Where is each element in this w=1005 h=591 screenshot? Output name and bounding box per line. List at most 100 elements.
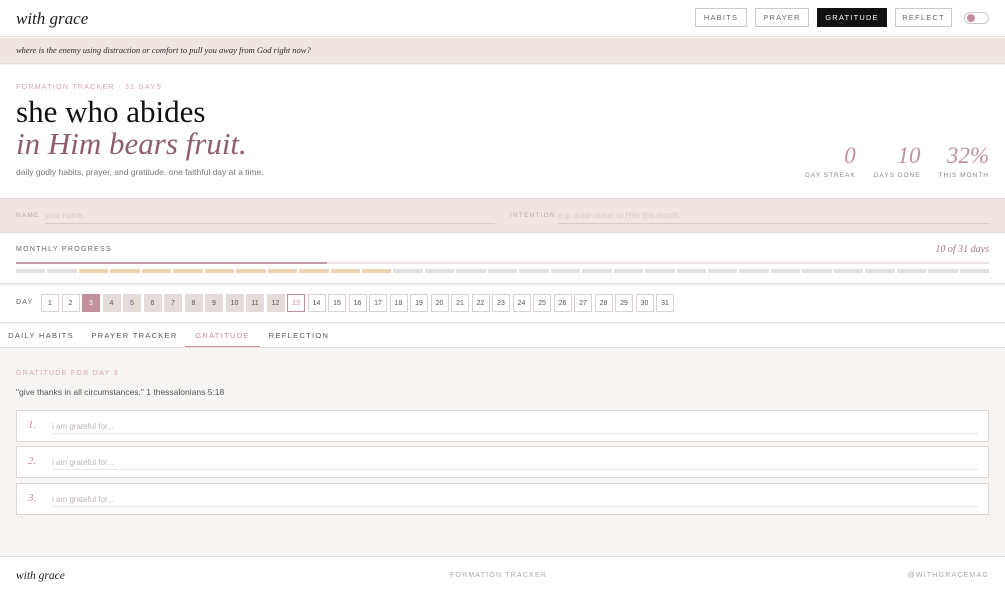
- progress-track: [16, 262, 989, 264]
- monthly-progress: MONTHLY PROGRESS 10 of 31 days: [0, 234, 1005, 284]
- day-segment: [928, 269, 958, 273]
- hero-section: FORMATION TRACKER · 31 DAYS she who abid…: [0, 65, 1005, 198]
- theme-toggle[interactable]: [964, 11, 989, 24]
- stat-this-month: 32% THIS MONTH: [939, 143, 989, 179]
- hero-headline: she who abides: [16, 94, 206, 129]
- day-segment: [236, 269, 266, 273]
- day-segment: [267, 269, 298, 273]
- day-segment: [519, 269, 549, 273]
- day-button-1[interactable]: 1: [41, 294, 59, 312]
- tab-gratitude[interactable]: GRATITUDE: [185, 324, 260, 347]
- day-button-6[interactable]: 6: [143, 294, 162, 312]
- day-button-20[interactable]: 20: [430, 294, 449, 312]
- intention-input[interactable]: [558, 208, 989, 224]
- gratitude-input[interactable]: [52, 492, 978, 507]
- day-button-19[interactable]: 19: [410, 294, 428, 312]
- day-button-30[interactable]: 30: [635, 294, 654, 312]
- name-input[interactable]: [45, 208, 495, 224]
- day-segment: [896, 269, 927, 273]
- day-segment: [456, 269, 486, 273]
- gratitude-entry: 3.: [16, 483, 989, 515]
- day-button-16[interactable]: 16: [348, 294, 367, 312]
- day-button-17[interactable]: 17: [369, 294, 387, 312]
- day-segment: [16, 269, 46, 273]
- day-segment: [173, 269, 203, 273]
- day-selector: DAY 1 2 3 4 5 6 7 8 9 10 11 12 13 14 15 16 17 18 19 20 21 22 2…: [0, 285, 1005, 323]
- day-button-3[interactable]: 3: [82, 294, 100, 312]
- day-segment: [424, 269, 455, 273]
- day-button-4[interactable]: 4: [102, 294, 121, 312]
- day-button-24[interactable]: 24: [512, 294, 531, 312]
- day-segment: [739, 269, 769, 273]
- hero-headline-italic: in Him bears fruit.: [16, 126, 247, 161]
- nav-gratitude-button[interactable]: GRATITUDE: [817, 8, 887, 27]
- day-button-8[interactable]: 8: [184, 294, 203, 312]
- nav-reflect-button[interactable]: REFLECT: [895, 8, 952, 27]
- stat-days-done: 10 DAYS DONE: [874, 143, 921, 179]
- progress-label: MONTHLY PROGRESS: [16, 246, 112, 253]
- day-button-15[interactable]: 15: [328, 294, 346, 312]
- brand-logo[interactable]: with grace: [16, 9, 88, 29]
- day-segment: [865, 269, 895, 273]
- gratitude-entry: 2.: [16, 446, 989, 478]
- day-button-9[interactable]: 9: [205, 294, 223, 312]
- day-segment: [141, 269, 172, 273]
- top-bar: with grace HABITS PRAYER GRATITUDE REFLE…: [0, 0, 1005, 37]
- day-button-22[interactable]: 22: [471, 294, 490, 312]
- stat-label: DAYS DONE: [873, 172, 921, 179]
- day-button-31[interactable]: 31: [656, 294, 674, 312]
- nav-habits-button[interactable]: HABITS: [695, 8, 747, 27]
- day-segment: [770, 269, 801, 273]
- day-button-11[interactable]: 11: [246, 294, 264, 312]
- footer-handle[interactable]: @WITHGRACEMAG: [908, 572, 989, 579]
- gratitude-verse: "give thanks in all circumstances." 1 th…: [16, 387, 225, 397]
- day-segment: [299, 269, 329, 273]
- stat-label: DAY STREAK: [805, 172, 856, 179]
- day-segment: [47, 269, 77, 273]
- day-segment: [487, 269, 518, 273]
- day-segment: [78, 269, 109, 273]
- section-tabs: DAILY HABITS PRAYER TRACKER GRATITUDE RE…: [0, 324, 1005, 348]
- progress-fill: [16, 262, 328, 264]
- tab-prayer-tracker[interactable]: PRAYER TRACKER: [88, 324, 181, 347]
- entry-number: 1.: [28, 419, 37, 431]
- day-button-28[interactable]: 28: [594, 294, 613, 312]
- tab-reflection[interactable]: REFLECTION: [263, 324, 335, 347]
- gratitude-input[interactable]: [52, 455, 978, 470]
- day-button-12[interactable]: 12: [266, 294, 285, 312]
- tab-daily-habits[interactable]: DAILY HABITS: [0, 324, 82, 347]
- gratitude-panel: GRATITUDE FOR DAY 3 "give thanks in all …: [0, 349, 1005, 555]
- day-button-21[interactable]: 21: [451, 294, 469, 312]
- day-segment: [707, 269, 738, 273]
- day-segment: [110, 269, 140, 273]
- main-nav: HABITS PRAYER GRATITUDE REFLECT: [695, 8, 989, 27]
- day-button-26[interactable]: 26: [553, 294, 572, 312]
- day-button-7[interactable]: 7: [164, 294, 182, 312]
- day-button-18[interactable]: 18: [389, 294, 408, 312]
- day-segment: [959, 269, 990, 273]
- profile-fields: NAME INTENTION: [0, 198, 1005, 233]
- day-button-25[interactable]: 25: [533, 294, 551, 312]
- day-segment: [676, 269, 706, 273]
- day-button-13[interactable]: 13: [287, 294, 305, 312]
- footer: with grace FORMATION TRACKER @WITHGRACEM…: [0, 556, 1005, 591]
- day-button-5[interactable]: 5: [123, 294, 141, 312]
- day-segment: [330, 269, 360, 273]
- toggle-knob: [967, 14, 975, 22]
- day-segment: [582, 269, 612, 273]
- intention-label: INTENTION: [510, 212, 556, 219]
- gratitude-input[interactable]: [52, 419, 978, 434]
- daily-prompt: where is the enemy using distraction or …: [16, 45, 311, 55]
- day-button-2[interactable]: 2: [61, 294, 80, 312]
- day-buttons: 1 2 3 4 5 6 7 8 9 10 11 12 13 14 15 16 17 18 19 20 21 22 23 24 2…: [41, 294, 674, 312]
- gratitude-label: GRATITUDE FOR DAY 3: [16, 370, 119, 377]
- day-segment: [645, 269, 675, 273]
- day-button-29[interactable]: 29: [615, 294, 633, 312]
- nav-prayer-button[interactable]: PRAYER: [755, 8, 809, 27]
- day-button-23[interactable]: 23: [492, 294, 510, 312]
- day-button-10[interactable]: 10: [225, 294, 244, 312]
- day-button-27[interactable]: 27: [574, 294, 592, 312]
- footer-center: FORMATION TRACKER: [450, 572, 548, 579]
- day-segment: [550, 269, 581, 273]
- day-button-14[interactable]: 14: [307, 294, 326, 312]
